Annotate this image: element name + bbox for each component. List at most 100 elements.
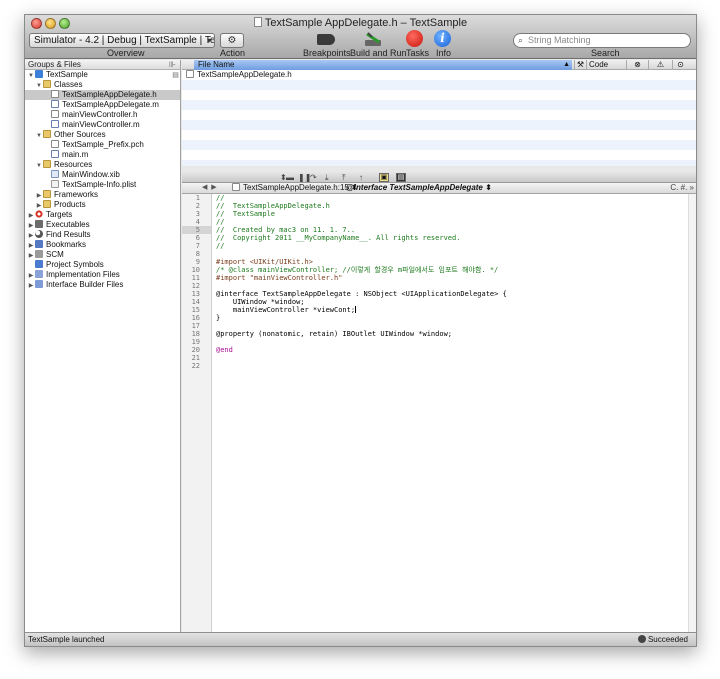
code-editor[interactable]: 1 2 3 4 5 6 7 8 9 10 11 12 13 14 15 16 1…	[182, 194, 696, 634]
line-number: 6	[195, 234, 200, 242]
debugger-window-icon[interactable]: ▣	[379, 173, 389, 182]
tree-item-textsample[interactable]: ▼ TextSample	[25, 70, 180, 80]
line-number: 22	[191, 362, 200, 370]
history-arrows-icon[interactable]: ◀ ▶	[202, 183, 217, 193]
code-line-current: mainViewController *viewCont;	[216, 306, 357, 314]
symbols-icon	[35, 260, 43, 268]
line-number: 9	[195, 258, 200, 266]
header-file-icon	[51, 90, 59, 98]
tree-item-mainviewcontroller-m[interactable]: mainViewController.m	[25, 120, 180, 130]
code-line: //	[216, 218, 225, 226]
groups-tree: ▼ TextSample ▼ Classes TextSampleAppDelega…	[25, 70, 180, 290]
column-header-file-name[interactable]: File Name ▲	[194, 60, 572, 70]
build-and-run-icon[interactable]	[363, 31, 383, 47]
breakpoint-toggle-icon[interactable]: ▬	[286, 173, 294, 182]
line-number-gutter[interactable]: 1 2 3 4 5 6 7 8 9 10 11 12 13 14 15 16 1…	[182, 194, 212, 634]
tree-item-targets[interactable]: ▶ Targets	[25, 210, 180, 220]
tasks-stop-icon[interactable]	[406, 30, 423, 47]
column-header-errors[interactable]: ⊗	[626, 60, 648, 69]
tree-item-bookmarks[interactable]: ▶ Bookmarks	[25, 240, 180, 250]
column-header-build[interactable]: ⚒	[574, 60, 586, 69]
line-number: 11	[191, 274, 200, 282]
line-number: 7	[195, 242, 200, 250]
info-icon[interactable]: i	[434, 30, 451, 47]
console-icon[interactable]: ▤	[396, 173, 406, 182]
debugger-bar: ⬍ ▬ ❚❚ ↷ ⤓ ⤒ ↑ ▣ ▤	[182, 172, 696, 183]
column-header-code[interactable]: Code	[586, 60, 626, 69]
tree-item-other-sources[interactable]: ▼ Other Sources	[25, 130, 180, 140]
code-line: UIWindow *window;	[216, 298, 305, 306]
column-header-target[interactable]: ⊙	[672, 60, 688, 69]
title-bar: TextSample AppDelegate.h – TextSample Si…	[25, 15, 696, 59]
jump-icon[interactable]: ↑	[359, 173, 363, 182]
tree-item-classes[interactable]: ▼ Classes	[25, 80, 180, 90]
overview-label: Overview	[107, 48, 145, 58]
search-input[interactable]: ⌕ String Matching	[513, 33, 691, 48]
build-succeeded-icon	[637, 635, 646, 643]
header-file-icon	[232, 183, 240, 191]
step-over-icon[interactable]: ↷	[310, 173, 317, 182]
plist-file-icon	[51, 180, 59, 188]
tree-item-mainwindow-xib[interactable]: MainWindow.xib	[25, 170, 180, 180]
tree-item-appdelegate-m[interactable]: TextSampleAppDelegate.m	[25, 100, 180, 110]
line-number: 17	[191, 322, 200, 330]
tree-item-info-plist[interactable]: TextSample-Info.plist	[25, 180, 180, 190]
text-caret	[355, 306, 357, 313]
tree-item-resources[interactable]: ▼ Resources	[25, 160, 180, 170]
tree-item-implementation-files[interactable]: ▶ Implementation Files	[25, 270, 180, 280]
disclosure-closed-icon[interactable]: ▶	[27, 281, 35, 291]
tree-item-frameworks[interactable]: ▶ Frameworks	[25, 190, 180, 200]
status-message: TextSample launched	[28, 635, 105, 644]
column-header-warnings[interactable]: ⚠	[648, 60, 672, 69]
tree-item-appdelegate-h[interactable]: TextSampleAppDelegate.h	[25, 90, 180, 100]
tree-item-project-symbols[interactable]: Project Symbols	[25, 260, 180, 270]
sidebar-split-icon[interactable]: ⊪	[169, 60, 176, 69]
symbol-popup[interactable]: @interface TextSampleAppDelegate ⬍	[346, 183, 492, 193]
xib-file-icon	[51, 170, 59, 178]
tree-item-prefix-pch[interactable]: TextSample_Prefix.pch	[25, 140, 180, 150]
breakpoints-icon[interactable]	[317, 34, 335, 45]
project-icon	[35, 70, 43, 78]
detail-view: File Name ▲ ⚒ Code ⊗ ⚠ ⊙ TextSampleAppDe…	[182, 60, 696, 166]
hammer-icon: ⚒	[576, 60, 585, 69]
header-file-icon	[51, 140, 59, 148]
tree-item-products[interactable]: ▶ Products	[25, 200, 180, 210]
executable-icon	[35, 220, 43, 228]
step-into-icon[interactable]: ⤓	[325, 173, 329, 182]
tree-item-mainviewcontroller-h[interactable]: mainViewController.h	[25, 110, 180, 120]
folder-icon	[43, 130, 51, 138]
step-out-icon[interactable]: ⤒	[342, 173, 346, 182]
code-text[interactable]: // // TextSampleAppDelegate.h // TextSam…	[213, 194, 688, 370]
code-line: @interface TextSampleAppDelegate : NSObj…	[216, 290, 507, 298]
folder-icon	[43, 160, 51, 168]
code-line: // Copyright 2011 __MyCompanyName__. All…	[216, 234, 461, 242]
file-history-popup[interactable]: TextSampleAppDelegate.h:15 ⬍	[232, 183, 358, 193]
tree-item-find-results[interactable]: ▶ Find Results	[25, 230, 180, 240]
build-status[interactable]: Succeeded	[637, 633, 688, 646]
tree-item-main-m[interactable]: main.m	[25, 150, 180, 160]
code-line: // TextSampleAppDelegate.h	[216, 202, 330, 210]
line-number: 13	[191, 290, 200, 298]
find-icon	[35, 230, 43, 238]
editor-right-controls[interactable]: C. #. »	[670, 183, 694, 193]
warning-icon: ⚠	[656, 60, 665, 69]
table-row[interactable]: TextSampleAppDelegate.h	[186, 70, 292, 80]
breakpoints-label: Breakpoints	[303, 48, 351, 58]
gear-icon: ⚙	[227, 35, 237, 46]
scheme-popup[interactable]: Simulator - 4.2 | Debug | TextSample | T…	[29, 33, 215, 48]
tree-item-scm[interactable]: ▶ SCM	[25, 250, 180, 260]
line-number: 14	[191, 298, 200, 306]
editor-scrollbar[interactable]	[688, 194, 696, 634]
tree-item-executables[interactable]: ▶ Executables	[25, 220, 180, 230]
action-button[interactable]: ⚙	[220, 33, 244, 48]
code-line: //	[216, 194, 225, 202]
status-bar: TextSample launched Succeeded	[25, 632, 696, 646]
header-file-icon	[51, 110, 59, 118]
line-number: 2	[195, 202, 200, 210]
line-number: 16	[191, 314, 200, 322]
code-line: // TextSample	[216, 210, 276, 218]
code-line: }	[216, 314, 221, 322]
tree-item-interface-builder-files[interactable]: ▶ Interface Builder Files	[25, 280, 180, 290]
